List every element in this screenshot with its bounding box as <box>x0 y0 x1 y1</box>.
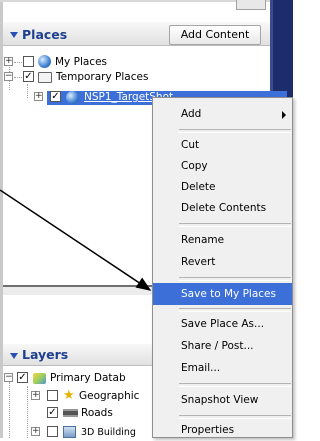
panel-left-border <box>0 0 3 438</box>
annotation-arrow-line <box>0 189 152 291</box>
menu-item-save-place-as[interactable]: Save Place As... <box>153 313 292 335</box>
menu-separator <box>179 129 291 133</box>
tree-connector <box>27 84 28 98</box>
menu-item-revert[interactable]: Revert <box>153 251 292 273</box>
tree-connector <box>9 382 10 438</box>
menu-item-label: Email... <box>181 362 221 374</box>
collapse-toggle-icon[interactable]: − <box>4 72 13 81</box>
menu-item-rename[interactable]: Rename <box>153 229 292 251</box>
menu-item-label: Cut <box>181 139 200 151</box>
tree-connector <box>14 77 22 78</box>
menu-item-label: Properties <box>181 424 235 436</box>
nsp1-checkbox[interactable]: ✓ <box>50 91 61 102</box>
menu-separator <box>179 223 291 227</box>
menu-item-add[interactable]: Add <box>153 103 292 125</box>
menu-separator <box>179 277 291 281</box>
tree-item-temporary-places[interactable]: Temporary Places <box>56 71 148 83</box>
folder-icon <box>38 72 52 83</box>
menu-item-label: Delete Contents <box>181 202 267 214</box>
tree-connector <box>14 62 22 63</box>
menu-item-label: Snapshot View <box>181 394 259 406</box>
road-icon <box>63 409 78 417</box>
menu-item-label: Delete <box>181 181 216 193</box>
search-panel-button[interactable] <box>236 0 266 10</box>
3d-buildings-checkbox[interactable] <box>47 426 58 437</box>
tree-item-3d-buildings[interactable]: 3D Building <box>81 427 136 438</box>
tree-item-geographic[interactable]: Geographic <box>79 390 139 402</box>
context-menu: Add Cut Copy Delete Delete Contents Rena… <box>152 97 293 438</box>
expand-toggle-icon[interactable]: + <box>31 391 40 400</box>
menu-item-label: Add <box>181 108 202 120</box>
collapse-triangle-icon[interactable] <box>10 32 18 38</box>
tree-item-roads[interactable]: Roads <box>81 407 113 419</box>
globe-icon <box>66 91 79 104</box>
expand-toggle-icon[interactable]: + <box>4 57 13 66</box>
menu-item-email[interactable]: Email... <box>153 357 292 379</box>
menu-separator <box>179 308 291 312</box>
panel-top-border <box>0 0 270 2</box>
menu-item-delete-contents[interactable]: Delete Contents <box>153 197 292 219</box>
geographic-checkbox[interactable] <box>47 390 58 401</box>
expand-toggle-icon[interactable]: + <box>34 92 43 101</box>
layers-title: Layers <box>22 347 69 362</box>
places-title: Places <box>22 27 68 42</box>
menu-item-copy[interactable]: Copy <box>153 155 292 177</box>
menu-item-label: Copy <box>181 160 208 172</box>
roads-checkbox[interactable]: ✓ <box>47 407 58 418</box>
tree-item-my-places[interactable]: My Places <box>55 56 107 68</box>
tree-connector <box>27 386 28 438</box>
menu-item-label: Share / Post... <box>181 340 254 352</box>
menu-item-label: Save Place As... <box>181 318 265 330</box>
menu-item-cut[interactable]: Cut <box>153 134 292 156</box>
collapse-triangle-icon[interactable] <box>10 353 18 359</box>
temporary-places-checkbox[interactable]: ✓ <box>23 71 34 82</box>
menu-item-share-post[interactable]: Share / Post... <box>153 335 292 357</box>
menu-item-label: Revert <box>181 256 216 268</box>
menu-item-label: Rename <box>181 234 225 246</box>
submenu-arrow-icon <box>282 111 286 119</box>
add-content-button[interactable]: Add Content <box>169 25 261 45</box>
tree-item-primary-database[interactable]: Primary Datab <box>50 372 126 384</box>
menu-separator <box>179 383 291 387</box>
globe-icon <box>38 55 51 68</box>
menu-item-delete[interactable]: Delete <box>153 176 292 198</box>
star-icon: ★ <box>63 388 75 403</box>
expand-toggle-icon[interactable]: + <box>31 427 40 436</box>
menu-item-label: Save to My Places <box>181 288 276 300</box>
menu-item-snapshot-view[interactable]: Snapshot View <box>153 389 292 411</box>
building-icon <box>63 426 76 438</box>
primary-database-checkbox[interactable]: ✓ <box>17 372 28 383</box>
collapse-toggle-icon[interactable]: − <box>4 373 13 382</box>
menu-item-save-to-my-places[interactable]: Save to My Places <box>153 283 292 305</box>
layers-stack-icon <box>33 373 46 384</box>
my-places-checkbox[interactable] <box>23 56 34 67</box>
